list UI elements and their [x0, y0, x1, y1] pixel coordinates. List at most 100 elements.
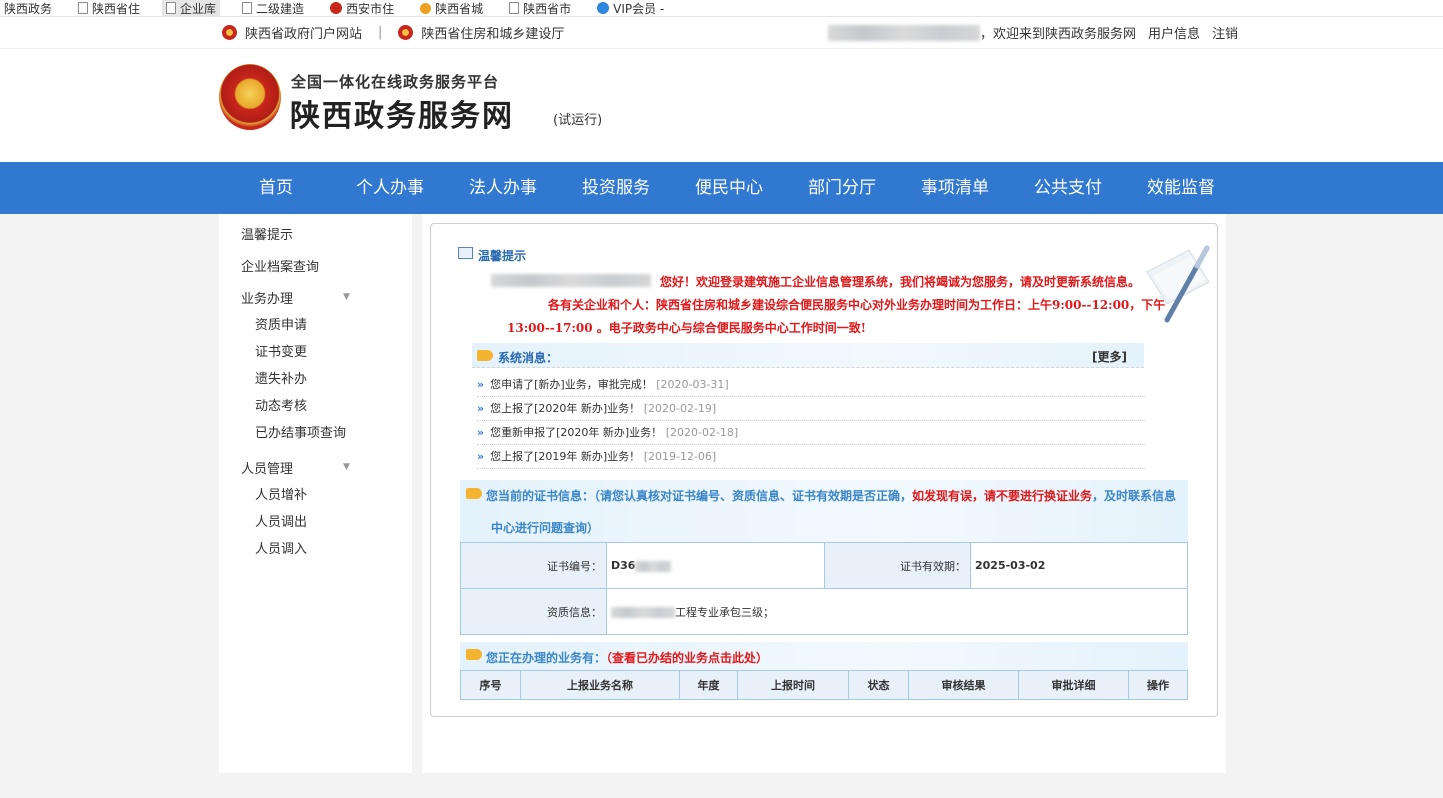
sidebar-item-staff[interactable]: 人员管理 [241, 458, 293, 477]
page-icon [78, 2, 89, 14]
sidebar-item-staff-add[interactable]: 人员增补 [255, 484, 307, 503]
qualification-text: 工程专业承包三级； [675, 605, 774, 619]
message-date: [2019-12-06] [643, 450, 717, 463]
sidebar-item-loss-reissue[interactable]: 遗失补办 [255, 368, 307, 387]
pointing-hand-icon [466, 649, 482, 660]
qualification-redacted [611, 607, 675, 618]
username-redacted [828, 24, 980, 41]
sidebar-item-cert-change[interactable]: 证书变更 [255, 341, 307, 360]
cert-no-label: 证书编号： [460, 542, 607, 589]
bookmark-item[interactable]: 企业库 [162, 0, 221, 16]
bookmark-label: 西安市住 [346, 1, 395, 16]
qualification-label: 资质信息： [460, 588, 607, 635]
column-header: 序号 [460, 670, 521, 700]
message-date: [2020-02-19] [643, 402, 717, 415]
site-title: 陕西政务服务网 [290, 99, 514, 134]
user-info-link[interactable]: 用户信息 [1148, 23, 1200, 42]
message-date: [2020-03-31] [656, 378, 729, 391]
message-item[interactable]: » 您申请了[新办]业务，审批完成！ [2020-03-31] [477, 373, 1145, 397]
message-item[interactable]: » 您上报了[2020年 新办]业务！ [2020-02-19] [477, 397, 1145, 421]
sidebar-item-dynamic-check[interactable]: 动态考核 [255, 395, 307, 414]
more-link[interactable]: [更多] [1092, 348, 1127, 365]
emblem-icon [398, 25, 414, 40]
nav-investment[interactable]: 投资服务 [582, 162, 650, 214]
cert-expiry-label: 证书有效期： [824, 542, 971, 589]
message-text[interactable]: 您申请了[新办]业务，审批完成！ [490, 378, 653, 391]
main-nav: 首页 个人办事 法人办事 投资服务 便民中心 部门分厅 事项清单 公共支付 效能… [0, 162, 1443, 214]
nav-personal[interactable]: 个人办事 [356, 162, 424, 214]
qualification-value: 工程专业承包三级； [606, 588, 1188, 635]
logout-link[interactable]: 注销 [1212, 23, 1238, 42]
page-icon [166, 2, 177, 14]
gov-portal-link[interactable]: 陕西省政府门户网站 [245, 23, 362, 42]
browser-icon [597, 2, 610, 14]
message-item[interactable]: » 您重新申报了[2020年 新办]业务！ [2020-02-18] [477, 421, 1145, 445]
emblem-icon [222, 25, 237, 40]
system-messages-bar: 系统消息： [更多] [472, 343, 1144, 368]
message-text[interactable]: 您重新申报了[2020年 新办]业务！ [490, 426, 662, 439]
bookmark-item[interactable]: 二级建造 [238, 0, 308, 16]
cert-no-redacted [635, 560, 672, 572]
caret-down-icon[interactable]: ▼ [343, 292, 350, 302]
message-text[interactable]: 您上报了[2019年 新办]业务！ [490, 450, 640, 463]
cert-info-heading-line2: 中心进行问题查询） [491, 521, 600, 535]
nav-home[interactable]: 首页 [259, 162, 293, 214]
window-icon [458, 247, 473, 259]
housing-dept-link[interactable]: 陕西省住房和城乡建设厅 [421, 23, 564, 42]
content-panel: 温馨提示 您好！欢迎登录建筑施工企业信息管理系统，我们将竭诚为您服务，请及时更新… [430, 223, 1218, 717]
sidebar: 温馨提示 企业档案查询 业务办理 ▼ 资质申请 证书变更 遗失补办 动态考核 已… [219, 214, 412, 773]
sidebar-item-archive[interactable]: 企业档案查询 [241, 256, 319, 275]
bookmark-item[interactable]: 西安市住 [326, 0, 398, 16]
page-icon [509, 2, 520, 14]
ongoing-business-label: 您正在办理的业务有： [486, 651, 607, 665]
cert-info-heading: 您当前的证书信息：（请您认真核对证书编号、资质信息、证书有效期是否正确，如发现有… [486, 487, 1176, 504]
bookmark-item[interactable]: 陕西省市 [505, 0, 575, 16]
sidebar-item-tips[interactable]: 温馨提示 [241, 224, 293, 243]
system-messages-title: 系统消息： [498, 351, 559, 365]
bookmark-item[interactable]: 陕西省住 [74, 0, 144, 16]
cert-info-prefix: 您当前的证书信息：（请您认真核对证书编号、资质信息、证书有效期是否正确， [486, 489, 913, 503]
column-header: 操作 [1128, 670, 1188, 700]
trial-label: (试运行) [553, 113, 603, 128]
cert-info-bar: 您当前的证书信息：（请您认真核对证书编号、资质信息、证书有效期是否正确，如发现有… [460, 480, 1188, 542]
site-icon [420, 2, 432, 14]
bookmark-label: 陕西省住 [92, 1, 141, 16]
bookmark-item[interactable]: 陕西省城 [416, 0, 487, 16]
bookmark-label: 陕西政务 [4, 1, 53, 16]
notice-text-line2: 13:00--17:00 。电子政务中心与综合便民服务中心工作时间一致! [507, 321, 867, 335]
top-bar: 陕西省政府门户网站 | 陕西省住房和城乡建设厅 ，欢迎来到陕西政务服务网 用户信… [0, 17, 1443, 49]
nav-supervision[interactable]: 效能监督 [1147, 162, 1215, 214]
nav-public-payment[interactable]: 公共支付 [1034, 162, 1102, 214]
cert-info-suffix: ，及时联系信息 [1092, 489, 1177, 503]
column-header: 上报业务名称 [520, 670, 680, 700]
nav-item-list[interactable]: 事项清单 [921, 162, 989, 214]
cert-info-warning: 如发现有误，请不要进行换证业务 [912, 489, 1093, 503]
bookmark-item[interactable]: VIP会员 - [593, 0, 668, 16]
notice-text-line1: 各有关企业和个人：陕西省住房和城乡建设综合便民服务中心对外业务办理时间为工作日：… [548, 298, 1166, 312]
sidebar-item-staff-out[interactable]: 人员调出 [255, 511, 307, 530]
tips-heading: 温馨提示 [478, 249, 527, 263]
bookmark-item[interactable]: 陕西政务 [0, 0, 56, 16]
completed-business-link[interactable]: （查看已办结的业务点击此处） [606, 651, 768, 665]
caret-down-icon[interactable]: ▼ [343, 462, 350, 472]
message-text[interactable]: 您上报了[2020年 新办]业务！ [490, 402, 640, 415]
double-chevron-icon: » [477, 450, 485, 463]
column-header: 审核结果 [908, 670, 1019, 700]
bookmark-label: 企业库 [180, 1, 217, 16]
sidebar-item-completed-query[interactable]: 已办结事项查询 [255, 422, 346, 441]
company-name-redacted [491, 274, 651, 287]
sidebar-item-business[interactable]: 业务办理 [241, 288, 293, 307]
nav-legal-entity[interactable]: 法人办事 [469, 162, 537, 214]
message-date: [2020-02-18] [665, 426, 739, 439]
national-emblem-logo[interactable] [219, 64, 281, 130]
pointing-hand-icon [466, 488, 482, 499]
bookmarks-bar: 陕西政务 陕西省住 企业库 二级建造 西安市住 陕西省城 陕西省市 VIP会员 … [0, 0, 1443, 17]
cert-table: 证书编号： D36 证书有效期： 2025-03-02 资质信息： 工程专业承包… [460, 542, 1188, 635]
emblem-icon [330, 2, 343, 14]
message-item[interactable]: » 您上报了[2019年 新办]业务！ [2019-12-06] [477, 445, 1145, 469]
sidebar-item-qualification-apply[interactable]: 资质申请 [255, 314, 307, 333]
site-header: 全国一体化在线政务服务平台 陕西政务服务网 (试运行) [0, 49, 1443, 162]
nav-convenience[interactable]: 便民中心 [695, 162, 763, 214]
sidebar-item-staff-in[interactable]: 人员调入 [255, 538, 307, 557]
nav-departments[interactable]: 部门分厅 [808, 162, 876, 214]
